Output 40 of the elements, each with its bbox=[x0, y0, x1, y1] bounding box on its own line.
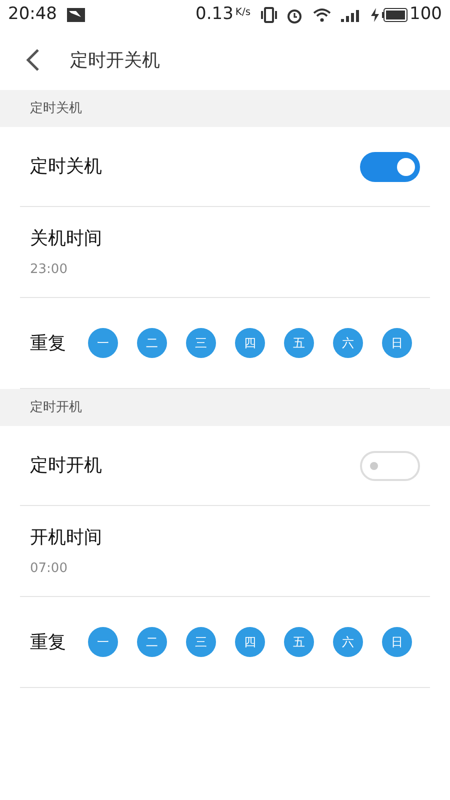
weekday-button[interactable]: 六 bbox=[333, 627, 363, 657]
back-icon[interactable] bbox=[26, 48, 40, 72]
wifi-icon bbox=[312, 8, 331, 22]
clock-time: 20:48 bbox=[8, 3, 57, 26]
weekday-button[interactable]: 一 bbox=[88, 328, 118, 358]
network-speed: 0.13 bbox=[196, 3, 234, 26]
image-icon bbox=[67, 8, 85, 22]
toggle-label: 定时关机 bbox=[30, 155, 102, 179]
section-header: 定时开机 bbox=[0, 389, 450, 426]
repeat-label: 重复 bbox=[30, 630, 67, 654]
toggle-switch[interactable] bbox=[360, 152, 420, 182]
page-title: 定时开关机 bbox=[70, 48, 160, 72]
weekday-button[interactable]: 三 bbox=[186, 627, 216, 657]
speed-unit: K/s bbox=[235, 6, 251, 20]
charging-icon bbox=[370, 8, 379, 22]
weekday-button[interactable]: 四 bbox=[235, 627, 265, 657]
weekday-button[interactable]: 五 bbox=[284, 328, 314, 358]
weekday-button[interactable]: 一 bbox=[88, 627, 118, 657]
weekday-button[interactable]: 四 bbox=[235, 328, 265, 358]
weekday-button[interactable]: 二 bbox=[137, 328, 167, 358]
weekday-button[interactable]: 二 bbox=[137, 627, 167, 657]
weekday-button[interactable]: 日 bbox=[382, 328, 412, 358]
weekday-button[interactable]: 五 bbox=[284, 627, 314, 657]
time-label: 开机时间 bbox=[30, 526, 103, 550]
battery-level: 100 bbox=[410, 3, 442, 26]
weekday-button[interactable]: 日 bbox=[382, 627, 412, 657]
alarm-clock-icon bbox=[286, 6, 303, 24]
time-setting-row[interactable]: 关机时间 23:00 bbox=[20, 207, 430, 298]
weekday-button[interactable]: 六 bbox=[333, 328, 363, 358]
time-value: 23:00 bbox=[30, 260, 68, 279]
section-header: 定时关机 bbox=[0, 90, 450, 127]
repeat-label: 重复 bbox=[30, 332, 67, 356]
time-setting-row[interactable]: 开机时间 07:00 bbox=[20, 506, 430, 597]
toggle-switch[interactable] bbox=[360, 450, 420, 480]
toggle-label: 定时开机 bbox=[30, 454, 102, 478]
battery-icon bbox=[382, 8, 408, 22]
vibrate-icon bbox=[260, 7, 277, 23]
time-label: 关机时间 bbox=[30, 226, 103, 251]
weekday-button[interactable]: 三 bbox=[186, 328, 216, 358]
time-value: 07:00 bbox=[30, 560, 68, 578]
